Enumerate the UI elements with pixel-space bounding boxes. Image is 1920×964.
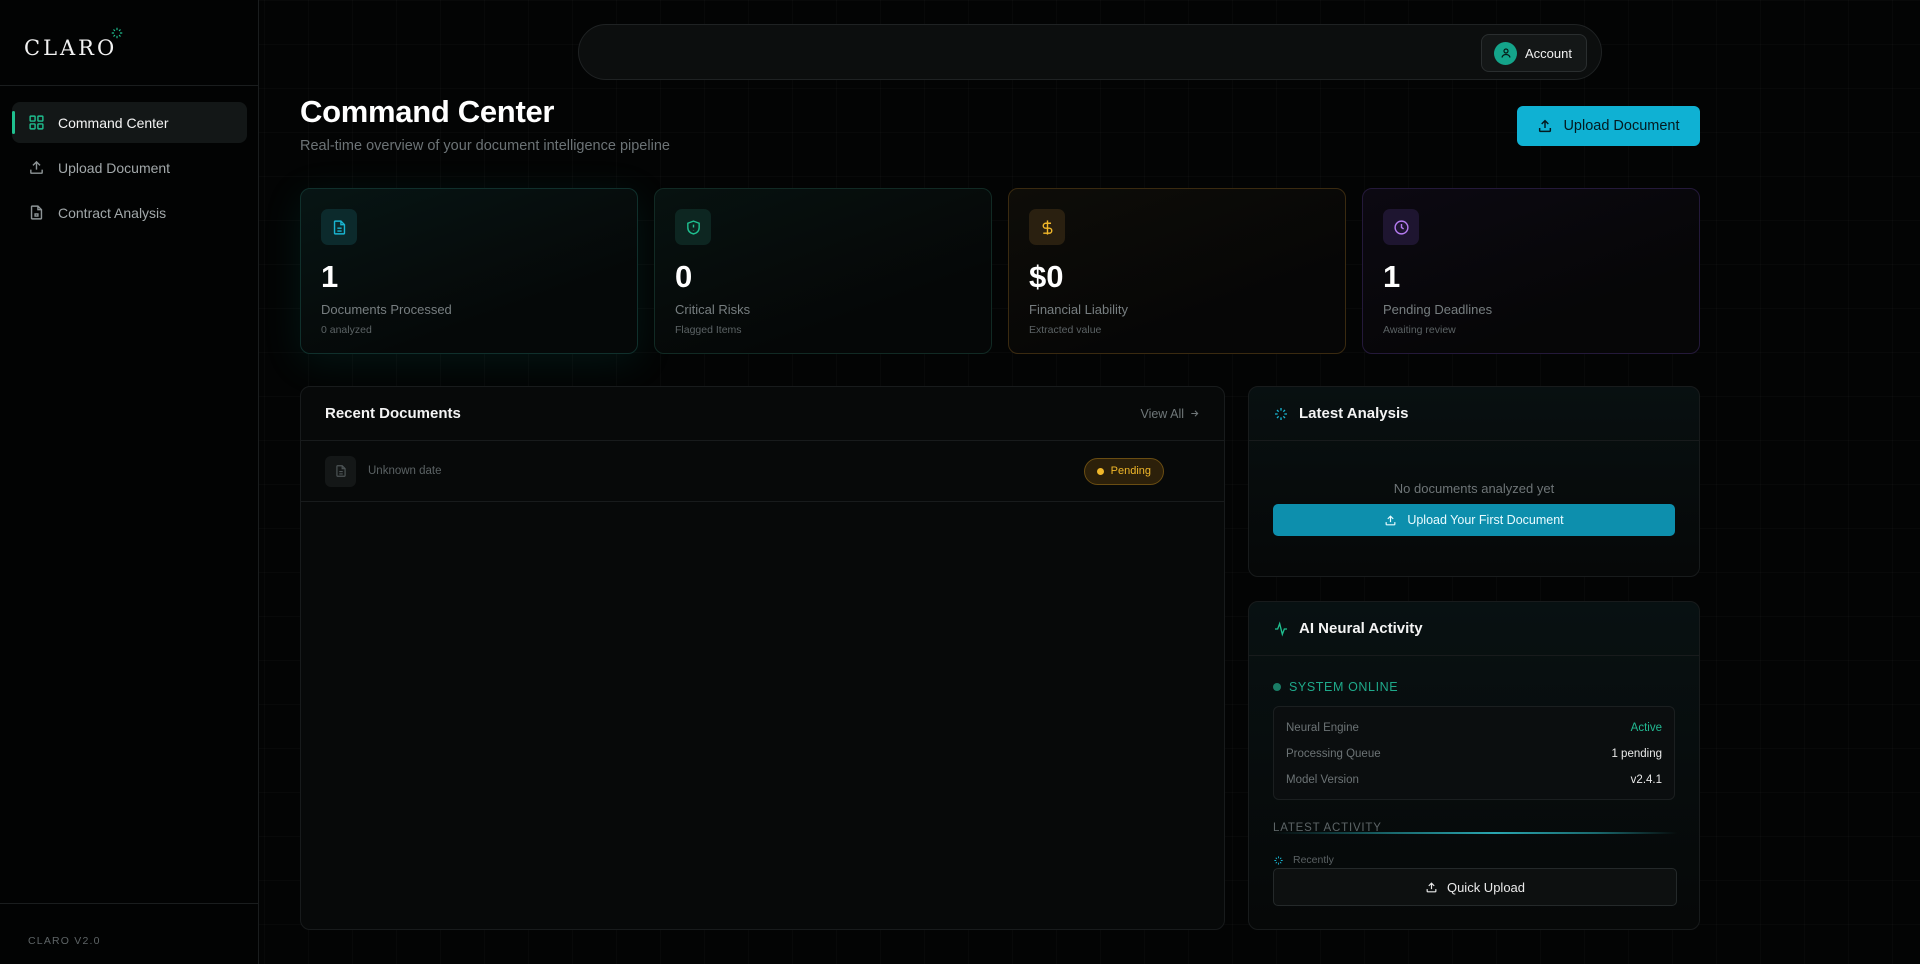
sidebar-item-upload-document[interactable]: Upload Document — [12, 147, 247, 188]
stat-card-financial-liability[interactable]: $0 Financial Liability Extracted value — [1008, 188, 1346, 354]
recent-documents-header: Recent Documents View All — [301, 387, 1224, 441]
status-badge: Pending — [1083, 457, 1164, 485]
account-button[interactable]: Account — [1481, 34, 1587, 72]
grid-icon — [28, 114, 45, 131]
scan-line — [1273, 832, 1677, 834]
stat-sub: Awaiting review — [1383, 324, 1456, 336]
avatar — [1494, 41, 1517, 65]
stat-value: 0 — [675, 259, 693, 294]
upload-icon — [1537, 118, 1553, 134]
empty-state-text: No documents analyzed yet — [1393, 481, 1555, 496]
system-status-label: SYSTEM ONLINE — [1289, 680, 1399, 694]
sidebar-divider — [0, 85, 259, 86]
latest-analysis-header: Latest Analysis — [1249, 387, 1699, 441]
view-all-link[interactable]: View All — [1140, 407, 1200, 421]
stat-label: Financial Liability — [1029, 302, 1128, 317]
dollar-icon — [1029, 209, 1065, 245]
stat-value: 1 — [321, 259, 339, 294]
stat-card-critical-risks[interactable]: 0 Critical Risks Flagged Items — [654, 188, 992, 354]
page-subtitle: Real-time overview of your document inte… — [300, 138, 670, 154]
sidebar-item-label: Contract Analysis — [58, 204, 167, 221]
list-item: Processing Queue 1 pending — [1286, 741, 1662, 767]
latest-analysis-panel: Latest Analysis No documents analyzed ye… — [1248, 386, 1700, 577]
table-row[interactable]: Unknown date Pending — [301, 441, 1224, 502]
account-label: Account — [1525, 45, 1572, 61]
sidebar-nav: Command Center Upload Document Contract … — [12, 102, 247, 237]
stat-label: Documents Processed — [321, 302, 452, 317]
shield-icon — [675, 209, 711, 245]
sidebar-item-label: Command Center — [58, 114, 169, 131]
user-icon — [1500, 48, 1511, 58]
document-icon — [325, 455, 356, 487]
quick-upload-label: Quick Upload — [1446, 879, 1526, 895]
neural-activity-panel: AI Neural Activity SYSTEM ONLINE Neural … — [1248, 601, 1700, 930]
status-badge-label: Pending — [1110, 465, 1151, 477]
document-date: Unknown date — [368, 465, 442, 477]
sidebar-item-label: Upload Document — [58, 159, 171, 176]
status-row-label: Model Version — [1286, 774, 1359, 786]
arrow-right-icon — [1189, 408, 1200, 419]
status-dot-icon — [1096, 467, 1104, 475]
sidebar: CLARO Command Center Upload Document Con… — [0, 0, 259, 964]
recent-documents-panel: Recent Documents View All Unknown date P… — [300, 386, 1225, 930]
version-label: CLARO V2.0 — [28, 935, 101, 947]
stat-sub: Extracted value — [1029, 324, 1102, 336]
upload-document-button[interactable]: Upload Document — [1517, 106, 1700, 146]
upload-first-document-label: Upload Your First Document — [1407, 513, 1564, 527]
list-item: Neural Engine Active — [1286, 715, 1662, 741]
status-row-label: Neural Engine — [1286, 722, 1359, 734]
sparkle-icon — [110, 26, 124, 40]
document-icon — [321, 209, 357, 245]
quick-upload-button[interactable]: Quick Upload — [1273, 868, 1677, 906]
upload-first-document-button[interactable]: Upload Your First Document — [1273, 504, 1675, 536]
status-row-value: Active — [1630, 722, 1662, 734]
stat-label: Critical Risks — [675, 302, 751, 317]
logo[interactable]: CLARO — [24, 26, 123, 60]
stat-label: Pending Deadlines — [1383, 302, 1493, 317]
page-title: Command Center — [300, 94, 555, 129]
sparkle-icon — [1273, 855, 1284, 866]
file-icon — [28, 204, 45, 221]
status-row-value: 1 pending — [1611, 748, 1662, 760]
stat-sub: Flagged Items — [675, 324, 742, 336]
view-all-label: View All — [1140, 406, 1184, 421]
sidebar-footer-divider — [0, 903, 259, 904]
logo-text: CLARO — [24, 36, 118, 60]
upload-icon — [1425, 881, 1438, 894]
latest-analysis-title: Latest Analysis — [1299, 405, 1409, 422]
recent-documents-title: Recent Documents — [325, 405, 461, 422]
stat-value: 1 — [1383, 259, 1401, 294]
top-search-bar[interactable]: Account — [578, 24, 1602, 80]
upload-icon — [1384, 514, 1397, 527]
system-status-list: Neural Engine Active Processing Queue 1 … — [1273, 706, 1675, 800]
activity-time: Recently — [1293, 854, 1334, 866]
clock-icon — [1383, 209, 1419, 245]
neural-activity-title: AI Neural Activity — [1299, 620, 1423, 637]
activity-item: Recently — [1273, 854, 1334, 866]
stat-card-pending-deadlines[interactable]: 1 Pending Deadlines Awaiting review — [1362, 188, 1700, 354]
upload-document-label: Upload Document — [1563, 118, 1680, 134]
neural-activity-header: AI Neural Activity — [1249, 602, 1699, 656]
sidebar-item-contract-analysis[interactable]: Contract Analysis — [12, 192, 247, 233]
status-dot-icon — [1273, 683, 1281, 691]
list-item: Model Version v2.4.1 — [1286, 767, 1662, 793]
upload-icon — [28, 159, 45, 176]
activity-pulse-icon — [1273, 620, 1289, 637]
stat-sub: 0 analyzed — [321, 324, 372, 336]
sparkle-icon — [1273, 406, 1289, 422]
stat-card-documents-processed[interactable]: 1 Documents Processed 0 analyzed — [300, 188, 638, 354]
sidebar-item-command-center[interactable]: Command Center — [12, 102, 247, 143]
status-row-value: v2.4.1 — [1630, 774, 1662, 786]
status-row-label: Processing Queue — [1286, 748, 1381, 760]
system-status: SYSTEM ONLINE — [1273, 680, 1675, 694]
stat-value: $0 — [1029, 259, 1064, 294]
